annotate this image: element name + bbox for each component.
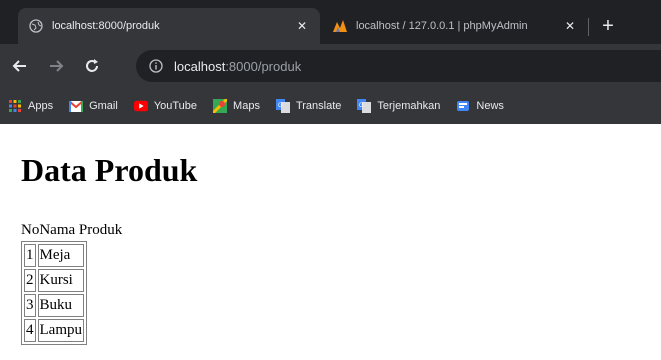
table-row: 1 Meja [24, 244, 84, 267]
tab-separator [588, 18, 589, 36]
bookmark-news[interactable]: News [456, 99, 504, 113]
bookmark-translate[interactable]: G Translate [275, 99, 342, 113]
cell-no: 2 [24, 269, 36, 292]
svg-text:G: G [359, 103, 364, 109]
tab-produk[interactable]: localhost:8000/produk ✕ [18, 8, 320, 44]
news-icon [456, 99, 470, 113]
url-host: localhost [174, 58, 226, 74]
address-bar[interactable]: localhost:8000/produk [136, 50, 661, 82]
svg-text:G: G [278, 103, 283, 109]
bookmarks-bar: Apps Gmail YouTube Maps G Translate G Te… [0, 88, 661, 124]
table-row: 2 Kursi [24, 269, 84, 292]
close-tab-icon[interactable]: ✕ [294, 18, 310, 34]
translate-icon: G [275, 99, 290, 113]
bookmark-terjemahkan[interactable]: G Terjemahkan [357, 99, 440, 113]
bookmark-label: News [476, 100, 504, 112]
page-content: Data Produk NoNama Produk 1 Meja 2 Kursi… [0, 124, 661, 360]
cell-nama-produk: Lampu [37, 319, 84, 342]
forward-arrow-icon[interactable] [44, 54, 68, 78]
cell-nama-produk: Buku [37, 294, 84, 317]
youtube-icon [133, 99, 148, 113]
column-header-nama-produk: Nama Produk [39, 222, 123, 238]
phpmyadmin-icon [332, 18, 348, 34]
bookmark-gmail[interactable]: Gmail [69, 99, 118, 113]
tab-phpmyadmin[interactable]: localhost / 127.0.0.1 | phpMyAdmin ✕ [322, 8, 588, 44]
bookmark-label: Maps [233, 100, 260, 112]
gmail-icon [69, 99, 84, 113]
translate-icon: G [357, 99, 372, 113]
cell-nama-produk: Kursi [37, 269, 84, 292]
tab-title: localhost / 127.0.0.1 | phpMyAdmin [356, 20, 528, 32]
bookmark-maps[interactable]: Maps [213, 99, 260, 113]
bookmark-youtube[interactable]: YouTube [133, 99, 198, 113]
cell-no: 1 [24, 244, 36, 267]
bookmark-apps[interactable]: Apps [8, 99, 53, 113]
reload-icon[interactable] [80, 54, 104, 78]
product-table: 1 Meja 2 Kursi 3 Buku 4 Lampu [21, 241, 87, 345]
apps-grid-icon [8, 99, 22, 113]
bookmark-label: Apps [28, 100, 54, 112]
bookmark-label: Translate [295, 100, 342, 112]
cell-nama-produk: Meja [37, 244, 84, 267]
back-arrow-icon[interactable] [8, 54, 32, 78]
column-header-no: No [21, 222, 40, 238]
page-title: Data Produk [21, 152, 198, 188]
table-row: 4 Lampu [24, 319, 84, 342]
bookmark-label: Terjemahkan [377, 100, 441, 112]
url-path: :8000/produk [225, 58, 302, 74]
tab-title: localhost:8000/produk [52, 20, 160, 32]
tab-strip: localhost:8000/produk ✕ localhost / 127.… [0, 0, 661, 44]
info-icon[interactable] [148, 58, 164, 74]
cell-no: 4 [24, 319, 36, 342]
bookmark-label: Gmail [89, 100, 118, 112]
table-column-headers: NoNama Produk [21, 222, 122, 239]
maps-icon [213, 99, 228, 113]
browser-chrome: localhost:8000/produk ✕ localhost / 127.… [0, 0, 661, 124]
table-row: 3 Buku [24, 294, 84, 317]
globe-icon [28, 18, 44, 34]
browser-toolbar: localhost:8000/produk [0, 44, 661, 88]
close-tab-icon[interactable]: ✕ [562, 18, 578, 34]
cell-no: 3 [24, 294, 36, 317]
bookmark-label: YouTube [153, 100, 198, 112]
new-tab-icon[interactable]: + [596, 14, 620, 38]
